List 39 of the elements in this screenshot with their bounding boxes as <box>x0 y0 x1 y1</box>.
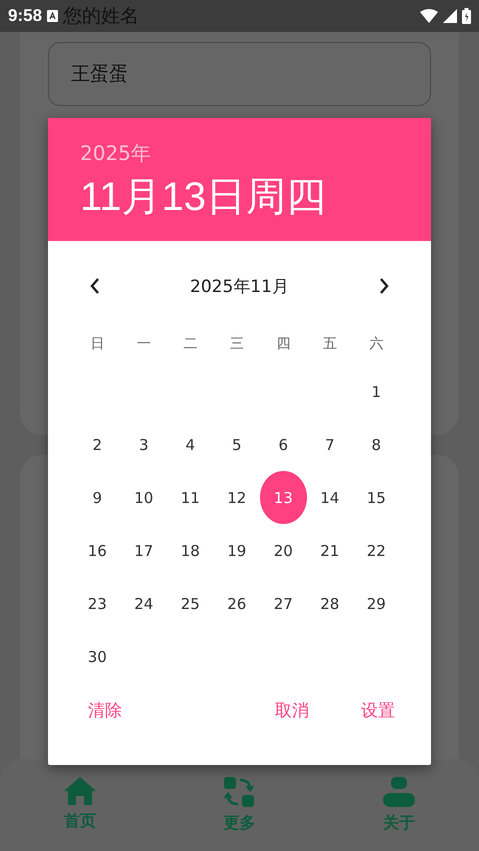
day-cell[interactable]: 7 <box>306 422 353 468</box>
day-cell[interactable]: 11 <box>167 474 214 520</box>
day-cell[interactable]: 16 <box>74 528 120 574</box>
day-cell[interactable]: 15 <box>353 474 400 520</box>
selected-date: 11月13日周四 <box>80 174 328 221</box>
day-cell[interactable]: 22 <box>353 528 400 574</box>
day-cell[interactable]: 26 <box>214 580 260 626</box>
day-cell[interactable]: 8 <box>353 422 400 468</box>
day-cell[interactable]: 25 <box>167 580 214 626</box>
day-cell[interactable]: 29 <box>353 580 400 626</box>
day-cell[interactable]: 30 <box>74 634 120 680</box>
weekday-label: 六 <box>368 335 384 354</box>
weekday-label: 五 <box>322 335 338 354</box>
day-cell[interactable]: 21 <box>306 528 353 574</box>
weekday-label: 四 <box>275 335 292 354</box>
day-cell[interactable]: 1 <box>353 368 400 414</box>
day-cell[interactable]: 2 <box>74 422 120 468</box>
day-cell[interactable]: 6 <box>260 422 306 468</box>
weekday-label: 一 <box>136 335 152 354</box>
weekday-label: 日 <box>89 335 106 354</box>
status-time: 9:58 <box>8 6 42 26</box>
day-cell[interactable]: 14 <box>306 474 353 520</box>
month-title: 2025年11月 <box>190 276 289 298</box>
day-cell[interactable]: 20 <box>260 528 306 574</box>
day-cell[interactable]: 3 <box>120 422 167 468</box>
day-cell[interactable]: 4 <box>167 422 214 468</box>
day-cell[interactable]: 9 <box>74 474 120 520</box>
day-cell[interactable]: 10 <box>120 474 167 520</box>
day-cell[interactable]: 17 <box>120 528 167 574</box>
day-cell[interactable]: 23 <box>74 580 120 626</box>
day-cell[interactable]: 5 <box>214 422 260 468</box>
weekday-label: 三 <box>228 335 245 354</box>
day-cell[interactable]: 27 <box>260 580 306 626</box>
weekday-label: 二 <box>182 335 198 354</box>
day-cell[interactable]: 12 <box>214 474 260 520</box>
day-cell[interactable]: 28 <box>306 580 353 626</box>
day-cell[interactable]: 18 <box>167 528 214 574</box>
day-cell[interactable]: 19 <box>214 528 260 574</box>
day-cell[interactable]: 24 <box>120 580 167 626</box>
